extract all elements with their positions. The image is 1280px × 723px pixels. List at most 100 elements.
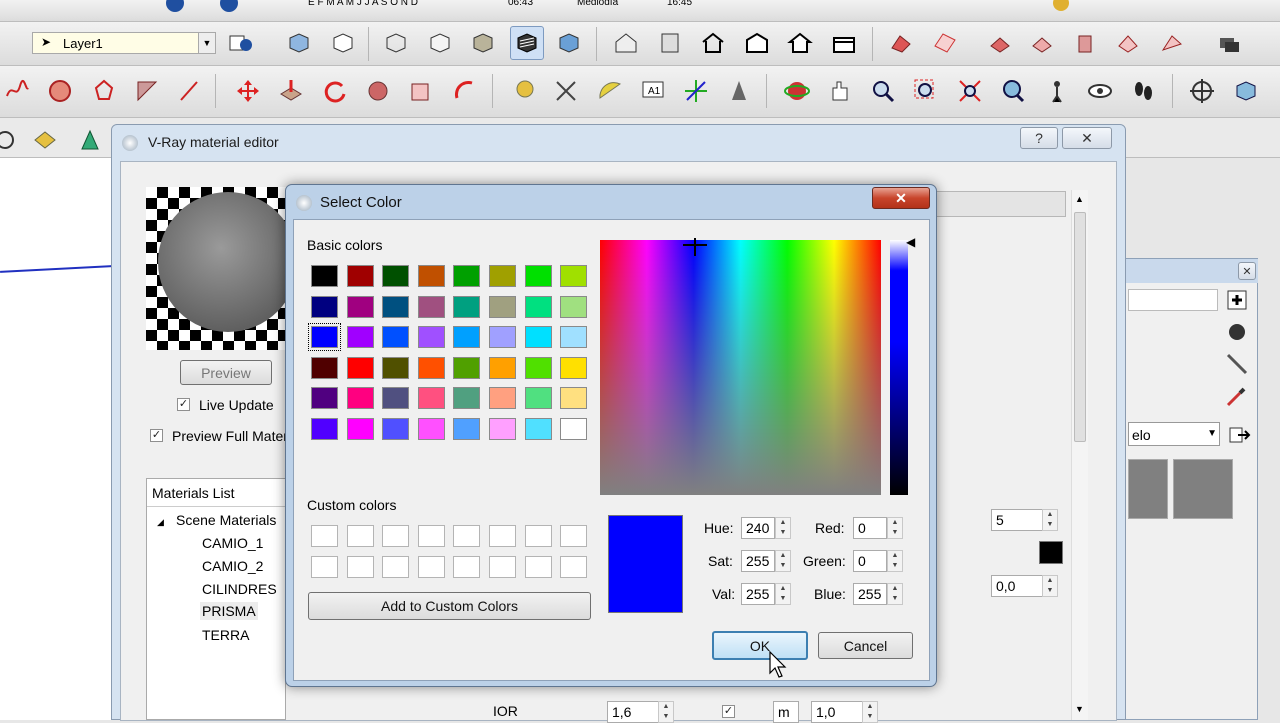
material-item[interactable]: CAMIO_2 bbox=[202, 558, 263, 574]
flip-edge-icon[interactable] bbox=[1157, 28, 1187, 58]
basic-color-swatch[interactable] bbox=[524, 265, 552, 287]
hidden-line-icon[interactable] bbox=[425, 28, 455, 58]
basic-color-swatch[interactable] bbox=[453, 387, 481, 410]
window-close-button[interactable]: ✕ bbox=[1062, 127, 1112, 149]
3d-text-icon[interactable] bbox=[724, 76, 754, 106]
basic-color-swatch[interactable] bbox=[560, 387, 588, 410]
basic-color-swatch[interactable] bbox=[489, 387, 516, 410]
custom-color-swatch[interactable] bbox=[382, 556, 410, 578]
basic-color-swatch[interactable] bbox=[311, 387, 338, 410]
axes-icon[interactable] bbox=[681, 76, 711, 106]
param-value-field-2[interactable]: 0,0 bbox=[991, 575, 1043, 597]
cube-xray-icon[interactable] bbox=[328, 28, 358, 58]
basic-color-swatch[interactable] bbox=[311, 265, 338, 287]
custom-color-swatch[interactable] bbox=[560, 525, 588, 547]
paint-bucket-icon[interactable] bbox=[1224, 351, 1250, 377]
collapse-icon[interactable]: ◢ bbox=[157, 517, 164, 528]
scroll-down-icon[interactable]: ▼ bbox=[1075, 704, 1084, 714]
red-spinner[interactable]: ▲ ▼ bbox=[887, 517, 903, 539]
red-field[interactable]: 0 bbox=[853, 517, 887, 539]
param-value-field[interactable]: 5 bbox=[991, 509, 1043, 531]
basic-color-swatch[interactable] bbox=[489, 326, 516, 349]
help-button[interactable]: ? bbox=[1020, 127, 1058, 149]
basic-color-swatch[interactable] bbox=[524, 295, 552, 318]
cube-outline-icon[interactable] bbox=[284, 28, 314, 58]
ok-button[interactable]: OK bbox=[712, 631, 808, 660]
custom-color-swatch[interactable] bbox=[311, 525, 338, 547]
front-view-icon[interactable] bbox=[698, 28, 728, 58]
sat-spinner[interactable]: ▲ ▼ bbox=[775, 550, 791, 572]
basic-color-swatch[interactable] bbox=[453, 418, 481, 440]
live-update-checkbox[interactable]: ✓ bbox=[177, 398, 190, 411]
green-field[interactable]: 0 bbox=[853, 550, 887, 572]
grid-terrain-icon[interactable] bbox=[930, 28, 960, 58]
export-icon[interactable] bbox=[1226, 422, 1252, 448]
material-swatch[interactable] bbox=[1173, 459, 1233, 519]
position-camera-icon[interactable] bbox=[1042, 76, 1072, 106]
add-detail-icon[interactable] bbox=[1113, 28, 1143, 58]
basic-color-swatch[interactable] bbox=[417, 265, 445, 287]
sandbox-icon[interactable] bbox=[886, 28, 916, 58]
basic-color-swatch[interactable] bbox=[417, 326, 445, 349]
sat-field[interactable]: 255 bbox=[741, 550, 775, 572]
basic-color-swatch[interactable] bbox=[453, 265, 481, 287]
basic-color-swatch[interactable] bbox=[453, 326, 481, 349]
basic-color-swatch[interactable] bbox=[346, 356, 374, 379]
basic-color-swatch[interactable] bbox=[524, 356, 552, 379]
basic-color-swatch[interactable] bbox=[346, 295, 374, 318]
create-material-icon[interactable] bbox=[1224, 319, 1250, 345]
section-display-icon[interactable] bbox=[1231, 76, 1261, 106]
follow-me-icon[interactable] bbox=[363, 76, 393, 106]
section-plane-icon[interactable] bbox=[1187, 76, 1217, 106]
preview-button[interactable]: Preview bbox=[180, 360, 272, 385]
val-field[interactable]: 255 bbox=[741, 583, 775, 605]
toolbar-icon[interactable] bbox=[75, 125, 105, 155]
ior-checkbox[interactable]: ✓ bbox=[722, 705, 735, 718]
circle-tool-icon[interactable] bbox=[45, 76, 75, 106]
hue-spinner[interactable]: ▲ ▼ bbox=[775, 517, 791, 539]
stamp-icon[interactable] bbox=[985, 28, 1015, 58]
basic-color-swatch[interactable] bbox=[382, 387, 410, 410]
basic-color-swatch[interactable] bbox=[346, 387, 374, 410]
pie-icon[interactable] bbox=[132, 76, 162, 106]
zoom-window-icon[interactable] bbox=[911, 76, 941, 106]
material-item[interactable]: TERRA bbox=[202, 627, 249, 643]
top-view-icon[interactable] bbox=[655, 28, 685, 58]
wireframe-icon[interactable] bbox=[381, 28, 411, 58]
basic-color-swatch[interactable] bbox=[311, 418, 338, 440]
iso-view-icon[interactable] bbox=[611, 28, 641, 58]
basic-color-swatch[interactable] bbox=[524, 418, 552, 440]
blue-spinner[interactable]: ▲ ▼ bbox=[887, 583, 903, 605]
basic-color-swatch[interactable] bbox=[346, 418, 374, 440]
dialog-close-button[interactable]: ✕ bbox=[872, 187, 930, 209]
smoove-icon[interactable] bbox=[1070, 28, 1100, 58]
zoom-icon[interactable] bbox=[868, 76, 898, 106]
basic-color-swatch[interactable] bbox=[524, 326, 552, 349]
dimension-icon[interactable] bbox=[551, 76, 581, 106]
tree-root-scene-materials[interactable]: Scene Materials bbox=[176, 512, 276, 528]
basic-color-swatch[interactable] bbox=[382, 265, 410, 287]
layer-manager-icon[interactable] bbox=[225, 28, 255, 58]
basic-color-swatch[interactable] bbox=[560, 356, 588, 379]
layer-selector[interactable]: ➤ Layer1 ▼ bbox=[32, 32, 216, 54]
basic-color-swatch[interactable] bbox=[489, 356, 516, 379]
layers-stack-icon[interactable] bbox=[1214, 28, 1244, 58]
toolbar-icon[interactable] bbox=[214, 0, 244, 18]
basic-color-swatch[interactable] bbox=[382, 356, 410, 379]
material-item[interactable]: CAMIO_1 bbox=[202, 535, 263, 551]
tape-measure-icon[interactable] bbox=[508, 76, 538, 106]
panel-close-button[interactable]: ✕ bbox=[1238, 262, 1256, 280]
pan-icon[interactable] bbox=[825, 76, 855, 106]
custom-color-swatch[interactable] bbox=[524, 525, 552, 547]
orbit-icon[interactable] bbox=[782, 76, 812, 106]
custom-color-swatch[interactable] bbox=[346, 525, 374, 547]
basic-color-swatch[interactable] bbox=[308, 323, 341, 352]
back-view-icon[interactable] bbox=[785, 28, 815, 58]
basic-color-swatch[interactable] bbox=[417, 387, 445, 410]
custom-color-swatch[interactable] bbox=[489, 556, 516, 578]
color-swatch-black[interactable] bbox=[1039, 541, 1063, 564]
custom-color-swatch[interactable] bbox=[346, 556, 374, 578]
custom-color-swatch[interactable] bbox=[417, 525, 445, 547]
cancel-button[interactable]: Cancel bbox=[818, 632, 913, 659]
left-view-icon[interactable] bbox=[829, 28, 859, 58]
